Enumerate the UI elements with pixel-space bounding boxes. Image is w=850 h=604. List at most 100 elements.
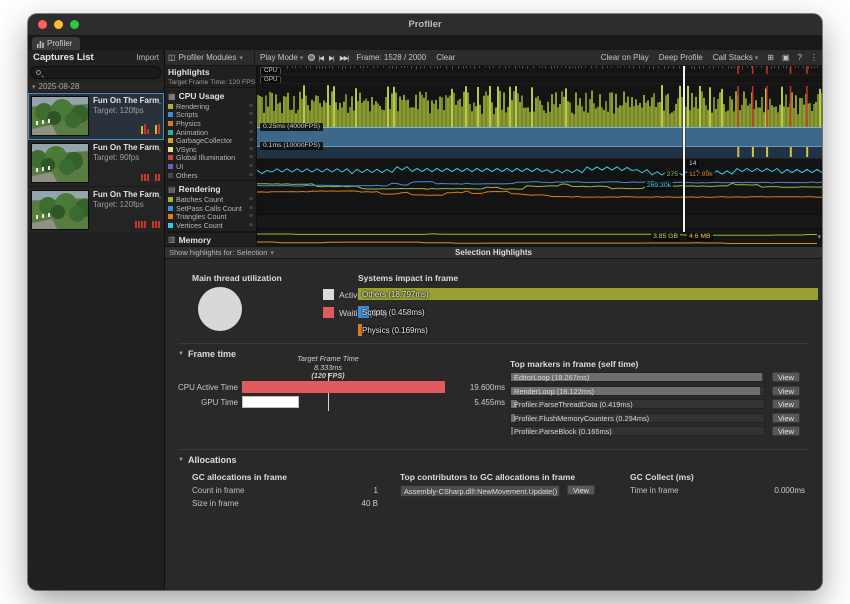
top-marker-row[interactable]: Profiler.ParseBlock (0.165ms) <box>510 426 765 436</box>
spark-bar <box>158 174 160 181</box>
drag-handle-icon[interactable]: ≡ <box>249 103 253 110</box>
drag-handle-icon[interactable]: ≡ <box>249 137 253 144</box>
cpu-legend-item[interactable]: Global Illumination≡ <box>165 154 256 163</box>
rendering-chart[interactable]: 14275117.99k269.30k <box>257 158 822 214</box>
drag-handle-icon[interactable]: ≡ <box>249 205 253 212</box>
view-button[interactable]: View <box>772 426 800 436</box>
cpu-legend-item[interactable]: VSync≡ <box>165 145 256 154</box>
top-marker-row[interactable]: Profiler.FlushMemoryCounters (0.294ms) <box>510 413 765 423</box>
top-marker-row[interactable]: Profiler.ParseThreadData (0.419ms) <box>510 399 765 409</box>
prev-frame-button[interactable]: |◀ <box>315 54 326 62</box>
chevron-down-icon: ▾ <box>755 54 759 62</box>
module-memory[interactable]: ▥ Memory <box>165 232 256 246</box>
deep-profile-toggle[interactable]: Deep Profile <box>654 50 708 65</box>
captures-list-title: Captures List <box>33 52 94 63</box>
module-rendering[interactable]: ▤ Rendering Batches Count≡SetPass Calls … <box>165 181 256 231</box>
charts-column[interactable]: CPU GPU 0.25ms (4000FPS)0.1ms (10000FPS)… <box>257 66 822 246</box>
allocations-section-header[interactable]: ▼ Allocations <box>178 455 236 465</box>
cpu-legend-item[interactable]: Physics≡ <box>165 119 256 128</box>
clear-on-play-toggle[interactable]: Clear on Play <box>596 50 654 65</box>
cpu-legend-item[interactable]: Scripts≡ <box>165 111 256 120</box>
cpu-legend-item[interactable]: Rendering≡ <box>165 102 256 111</box>
captures-search-input[interactable] <box>31 66 161 79</box>
drag-handle-icon[interactable]: ≡ <box>249 120 253 127</box>
chevron-down-icon: ▾ <box>300 54 304 62</box>
last-frame-button[interactable]: ▶▶| <box>337 54 352 62</box>
capture-framebars <box>135 217 160 228</box>
drag-handle-icon[interactable]: ≡ <box>249 196 253 203</box>
cpu-usage-chart[interactable]: 0.25ms (4000FPS)0.1ms (10000FPS) <box>257 84 822 158</box>
next-frame-button[interactable]: ▶| <box>326 54 337 62</box>
drag-handle-icon[interactable]: ≡ <box>249 154 253 161</box>
cpu-legend-item[interactable]: Others≡ <box>165 171 256 180</box>
captures-date-group[interactable]: ▾ 2025-08-28 <box>28 81 164 93</box>
legend-swatch <box>168 155 173 160</box>
cpu-legend-item[interactable]: Animation≡ <box>165 128 256 137</box>
capture-item[interactable]: Fun On The Farm_2...Target: 90fps <box>28 140 164 187</box>
systems-impact-bar[interactable]: Scripts (0.458ms) <box>358 306 818 318</box>
kebab-menu-icon[interactable]: ⋮ <box>806 53 822 62</box>
play-mode-dropdown[interactable]: Play Mode ▾ <box>255 50 308 65</box>
rendering-legend-item[interactable]: Batches Count≡ <box>165 195 256 204</box>
spark-bar <box>141 174 143 181</box>
cpu-legend-item[interactable]: GarbageCollector≡ <box>165 136 256 145</box>
legend-swatch <box>168 138 173 143</box>
view-button[interactable]: View <box>772 372 800 382</box>
top-marker-row[interactable]: EditorLoop (18.267ms) <box>510 372 765 382</box>
module-cpu-usage[interactable]: ▦ CPU Usage Rendering≡Scripts≡Physics≡An… <box>165 88 256 181</box>
top-marker-row[interactable]: RenderLoop (18.122ms) <box>510 386 765 396</box>
cpu-gridline-label: 0.25ms (4000FPS) <box>260 123 323 131</box>
view-button[interactable]: View <box>772 413 800 423</box>
save-icon[interactable]: ▣ <box>778 53 794 62</box>
collapse-triangle-icon: ▼ <box>178 351 184 357</box>
systems-impact-title: Systems impact in frame <box>358 273 458 283</box>
help-icon[interactable]: ? <box>794 53 806 62</box>
rendering-legend: Batches Count≡SetPass Calls Count≡Triang… <box>165 195 256 229</box>
gc-contributor-item[interactable]: Assembly-CSharp.dll!:NewMovement.Update(… <box>400 485 560 497</box>
drag-handle-icon[interactable]: ≡ <box>249 172 253 179</box>
spark-bar <box>155 221 157 228</box>
frame-time-bar[interactable] <box>242 381 445 393</box>
clear-button[interactable]: Clear <box>431 50 460 65</box>
chart-gap <box>257 214 822 228</box>
highlights-cpu-row[interactable]: CPU <box>257 66 822 75</box>
target-frame-time-dropdown[interactable]: Target Frame Time: 120 FPS ▾ <box>168 78 253 86</box>
frame-time-section-header[interactable]: ▼ Frame time <box>178 349 236 359</box>
profiler-modules-dropdown[interactable]: ◫ Profiler Modules ▾ <box>165 50 255 65</box>
cpu-legend-item[interactable]: UI≡ <box>165 162 256 171</box>
tab-profiler[interactable]: Profiler <box>32 37 80 50</box>
call-stacks-dropdown[interactable]: Call Stacks ▾ <box>708 50 764 65</box>
highlights-gpu-row[interactable]: GPU <box>257 75 822 84</box>
rendering-legend-item[interactable]: Triangles Count≡ <box>165 213 256 222</box>
view-button[interactable]: View <box>772 386 800 396</box>
systems-impact-bar[interactable]: Physics (0.169ms) <box>358 324 818 336</box>
view-button[interactable]: View <box>567 485 595 495</box>
drag-handle-icon[interactable]: ≡ <box>249 222 253 229</box>
capture-item[interactable]: Fun On The Farm_2...Target: 120fps <box>28 187 164 234</box>
spark-bar <box>138 221 140 228</box>
rendering-legend-item[interactable]: Vertices Count≡ <box>165 221 256 230</box>
drag-handle-icon[interactable]: ≡ <box>249 146 253 153</box>
view-button[interactable]: View <box>772 399 800 409</box>
legend-swatch <box>168 223 173 228</box>
legend-swatch <box>168 121 173 126</box>
record-icon[interactable] <box>308 54 315 61</box>
drag-handle-icon[interactable]: ≡ <box>249 111 253 118</box>
frame-time-bar[interactable] <box>242 396 299 408</box>
cpu-usage-legend: Rendering≡Scripts≡Physics≡Animation≡Garb… <box>165 102 256 179</box>
legend-swatch <box>323 307 334 318</box>
memory-chart[interactable]: 3.85 GB4.6 MB▾ <box>257 228 822 246</box>
rendering-value-label: 275 <box>665 171 680 179</box>
layout-icon[interactable]: ⊞ <box>763 53 778 62</box>
module-highlights[interactable]: Highlights Target Frame Time: 120 FPS ▾ <box>165 66 256 88</box>
rendering-legend-item[interactable]: SetPass Calls Count≡ <box>165 204 256 213</box>
drag-handle-icon[interactable]: ≡ <box>249 129 253 136</box>
capture-framebars <box>141 170 160 181</box>
playhead-line[interactable] <box>683 66 685 232</box>
chevron-down-icon[interactable]: ▾ <box>817 233 821 241</box>
import-button[interactable]: Import <box>136 53 159 62</box>
systems-impact-bar[interactable]: Others (18.797ms) <box>358 288 818 300</box>
drag-handle-icon[interactable]: ≡ <box>249 163 253 170</box>
drag-handle-icon[interactable]: ≡ <box>249 213 253 220</box>
capture-item[interactable]: Fun On The Farm_2...Target: 120fps <box>28 93 164 140</box>
